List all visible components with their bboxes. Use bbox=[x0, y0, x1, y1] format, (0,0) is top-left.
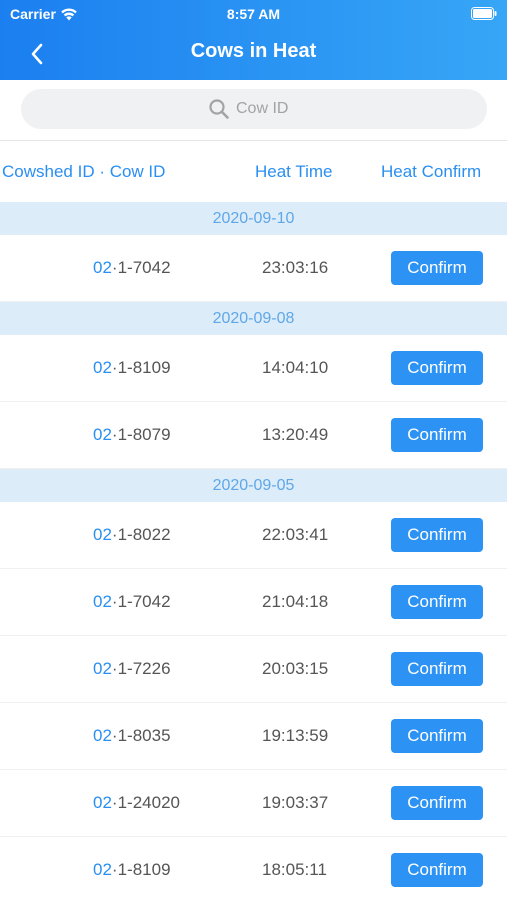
cow-id: ·1-8109 bbox=[111, 358, 171, 377]
cow-id: ·1-8109 bbox=[111, 860, 171, 879]
cow-identifier: 02·1-8109 bbox=[93, 358, 171, 378]
search-input[interactable] bbox=[236, 100, 300, 118]
cow-identifier: 02·1-24020 bbox=[93, 793, 180, 813]
list-item: 02·1-8109 18:05:11 Confirm bbox=[0, 837, 507, 900]
confirm-button[interactable]: Confirm bbox=[391, 786, 483, 820]
cow-id: ·1-7042 bbox=[111, 258, 171, 277]
list-item: 02·1-24020 19:03:37 Confirm bbox=[0, 770, 507, 837]
cow-identifier: 02·1-8022 bbox=[93, 525, 171, 545]
column-headers: Cowshed ID · Cow ID Heat Time Heat Confi… bbox=[0, 140, 507, 202]
cow-id: ·1-7042 bbox=[111, 592, 171, 611]
cowshed-id: 02 bbox=[93, 592, 112, 611]
confirm-button[interactable]: Confirm bbox=[391, 585, 483, 619]
heat-time: 20:03:15 bbox=[262, 659, 329, 678]
list-item: 02·1-7042 23:03:16 Confirm bbox=[0, 235, 507, 302]
cowshed-id: 02 bbox=[93, 793, 112, 812]
cowshed-id: 02 bbox=[93, 425, 112, 444]
heat-time: 22:03:41 bbox=[262, 525, 329, 544]
cowshed-id: 02 bbox=[93, 258, 112, 277]
confirm-button[interactable]: Confirm bbox=[391, 719, 483, 753]
heat-time: 19:03:37 bbox=[262, 793, 329, 812]
list-item: 02·1-8035 19:13:59 Confirm bbox=[0, 703, 507, 770]
cow-id: ·1-24020 bbox=[111, 793, 180, 812]
cow-identifier: 02·1-8035 bbox=[93, 726, 171, 746]
heat-time: 19:13:59 bbox=[262, 726, 329, 745]
heat-time: 18:05:11 bbox=[262, 860, 327, 879]
battery-icon bbox=[471, 7, 497, 20]
column-header-heat-confirm: Heat Confirm bbox=[381, 162, 482, 181]
cowshed-id: 02 bbox=[93, 860, 112, 879]
search-box[interactable] bbox=[21, 89, 487, 129]
confirm-button[interactable]: Confirm bbox=[391, 853, 483, 887]
column-header-cow-id: Cowshed ID · Cow ID bbox=[2, 162, 166, 181]
cow-id: ·1-7226 bbox=[111, 659, 171, 678]
list-item: 02·1-8022 22:03:41 Confirm bbox=[0, 502, 507, 569]
cow-id: ·1-8079 bbox=[111, 425, 171, 444]
heat-time: 14:04:10 bbox=[262, 358, 329, 377]
list-item: 02·1-8109 14:04:10 Confirm bbox=[0, 335, 507, 402]
list-item: 02·1-7226 20:03:15 Confirm bbox=[0, 636, 507, 703]
cowshed-id: 02 bbox=[93, 525, 112, 544]
confirm-button[interactable]: Confirm bbox=[391, 251, 483, 285]
date-section-header: 2020-09-05 bbox=[0, 469, 507, 502]
cow-id: ·1-8022 bbox=[111, 525, 171, 544]
date-section-header: 2020-09-08 bbox=[0, 302, 507, 335]
cow-identifier: 02·1-8079 bbox=[93, 425, 171, 445]
cow-id: ·1-8035 bbox=[111, 726, 171, 745]
column-header-heat-time: Heat Time bbox=[255, 162, 333, 181]
confirm-button[interactable]: Confirm bbox=[391, 518, 483, 552]
cow-identifier: 02·1-7042 bbox=[93, 258, 171, 278]
cowshed-id: 02 bbox=[93, 726, 112, 745]
heat-time: 13:20:49 bbox=[262, 425, 329, 444]
date-section-header: 2020-09-10 bbox=[0, 202, 507, 235]
cowshed-id: 02 bbox=[93, 358, 112, 377]
nav-bar: Cows in Heat bbox=[0, 28, 507, 80]
search-bar bbox=[0, 80, 507, 140]
cow-identifier: 02·1-8109 bbox=[93, 860, 171, 880]
status-time: 8:57 AM bbox=[226, 6, 281, 22]
status-bar: Carrier 8:57 AM bbox=[0, 0, 507, 28]
cow-identifier: 02·1-7226 bbox=[93, 659, 171, 679]
list-item: 02·1-7042 21:04:18 Confirm bbox=[0, 569, 507, 636]
heat-time: 23:03:16 bbox=[262, 258, 329, 277]
search-icon bbox=[209, 99, 229, 119]
heat-time: 21:04:18 bbox=[262, 592, 329, 611]
cow-identifier: 02·1-7042 bbox=[93, 592, 171, 612]
heat-list: 2020-09-10 02·1-7042 23:03:16 Confirm 20… bbox=[0, 202, 507, 900]
list-item: 02·1-8079 13:20:49 Confirm bbox=[0, 402, 507, 469]
confirm-button[interactable]: Confirm bbox=[391, 418, 483, 452]
confirm-button[interactable]: Confirm bbox=[391, 652, 483, 686]
confirm-button[interactable]: Confirm bbox=[391, 351, 483, 385]
page-title: Cows in Heat bbox=[190, 40, 317, 62]
cowshed-id: 02 bbox=[93, 659, 112, 678]
header: Carrier 8:57 AM Cows in Heat bbox=[0, 0, 507, 80]
